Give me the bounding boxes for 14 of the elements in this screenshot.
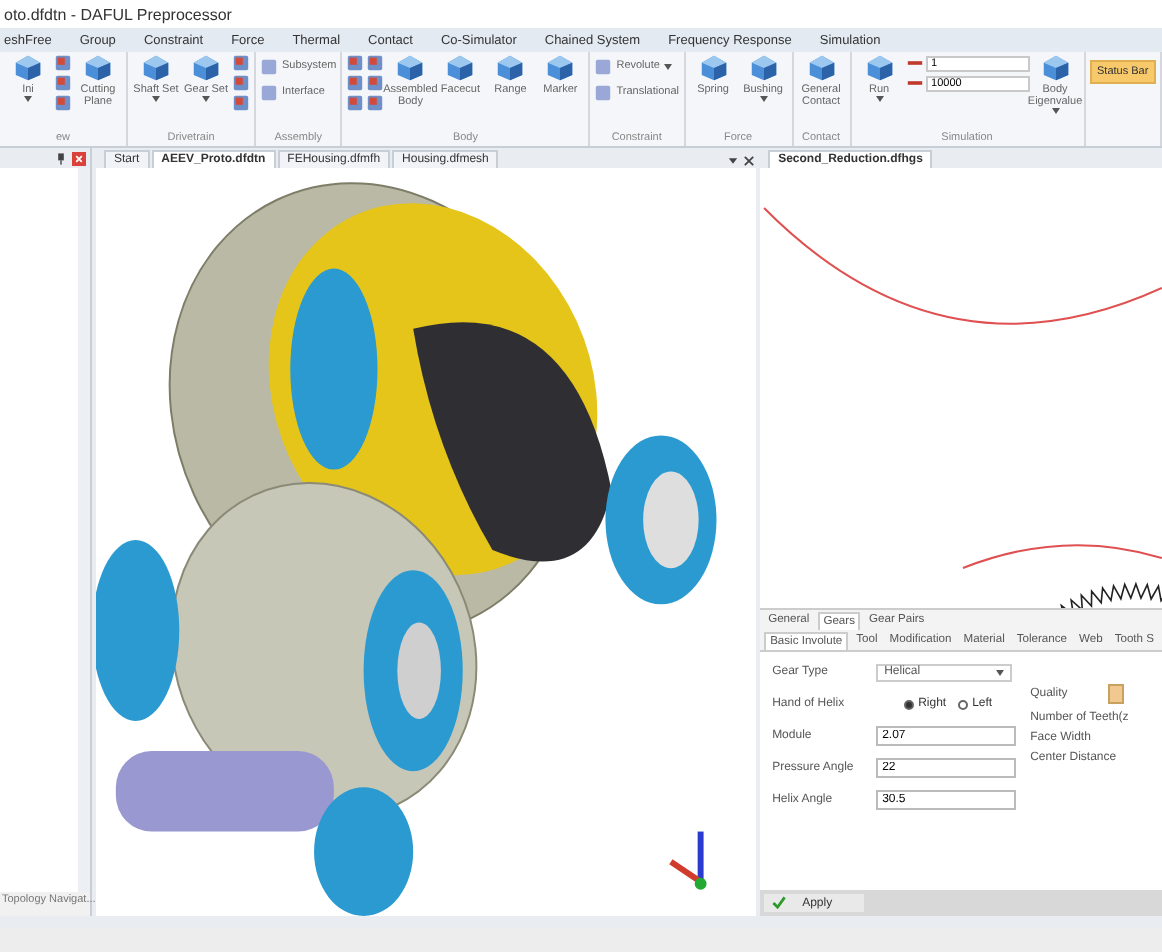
window-title: oto.dfdtn - DAFUL Preprocessor xyxy=(4,5,232,23)
caret-icon xyxy=(1051,108,1060,114)
axis-triad-icon xyxy=(669,831,707,890)
scrollbar[interactable] xyxy=(78,168,90,892)
caret-icon xyxy=(759,96,768,102)
caret-icon xyxy=(202,96,210,102)
close-icon[interactable] xyxy=(742,154,757,168)
caret-icon xyxy=(875,96,884,102)
pin-icon[interactable] xyxy=(54,151,68,165)
quality-swatch[interactable] xyxy=(1107,684,1124,704)
caret-icon xyxy=(663,63,672,69)
check-icon xyxy=(772,896,787,910)
caret-icon xyxy=(24,96,32,102)
caret-icon xyxy=(152,96,160,102)
